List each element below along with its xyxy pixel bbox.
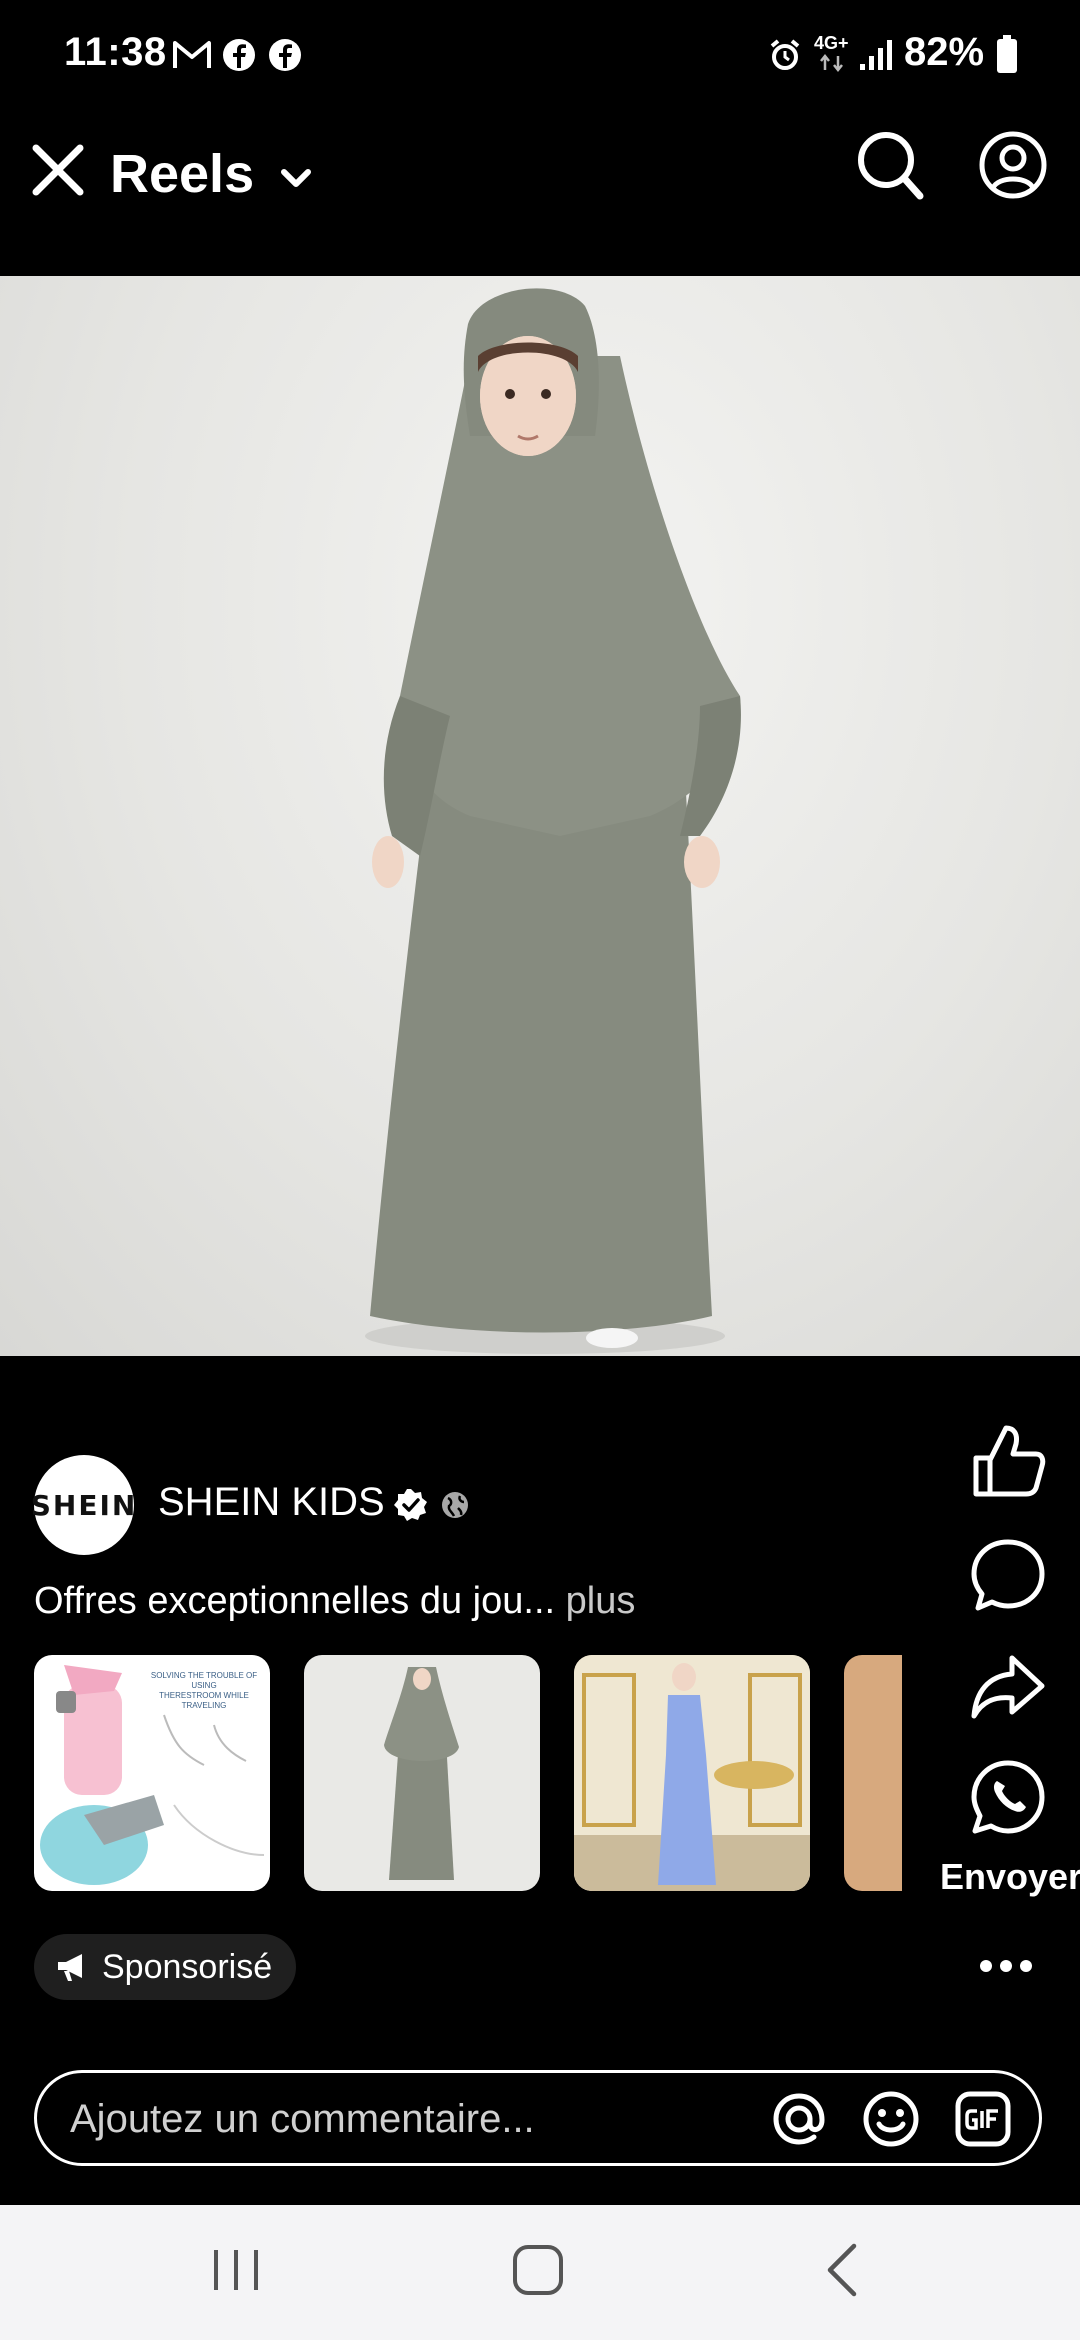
close-icon[interactable]: [30, 142, 86, 198]
caption-text: Offres exceptionnelles du jou...: [34, 1580, 556, 1622]
caption[interactable]: Offres exceptionnelles du jou... plus: [34, 1580, 635, 1623]
author-avatar[interactable]: SHEIN: [31, 1455, 135, 1555]
sponsored-label: Sponsorisé: [102, 1947, 273, 1986]
more-options-icon[interactable]: [976, 1946, 1036, 1986]
status-time: 11:38: [64, 30, 167, 74]
gmail-icon: [173, 41, 211, 68]
share-icon[interactable]: [966, 1644, 1050, 1728]
globe-icon: [442, 1492, 468, 1518]
battery-icon: [997, 35, 1017, 73]
recent-apps-icon[interactable]: [210, 2245, 262, 2295]
product-thumbnail[interactable]: [304, 1655, 540, 1891]
send-label[interactable]: Envoyer: [940, 1856, 1080, 1898]
like-icon[interactable]: [966, 1418, 1050, 1502]
search-icon[interactable]: [856, 130, 924, 200]
data-arrows-icon: [820, 54, 843, 72]
comment-placeholder[interactable]: Ajoutez un commentaire...: [70, 2097, 535, 2142]
child-in-jilbab-image: [365, 288, 741, 1354]
reel-video[interactable]: [0, 276, 1080, 1356]
facebook-icon: [223, 39, 255, 71]
whatsapp-icon[interactable]: [966, 1755, 1050, 1839]
jilbab-dress-image: [384, 1667, 459, 1880]
page-title[interactable]: Reels: [110, 143, 254, 205]
verified-badge-icon: [394, 1489, 427, 1521]
product-thumbnail[interactable]: [844, 1655, 902, 1891]
profile-icon[interactable]: [978, 130, 1048, 200]
network-type: 4G+: [814, 33, 849, 53]
battery-percent: 82%: [904, 30, 985, 74]
author-name[interactable]: SHEIN KIDS: [158, 1480, 385, 1525]
travel-urinal-image: [40, 1665, 265, 1885]
alarm-icon: [770, 39, 800, 70]
back-icon[interactable]: [820, 2240, 864, 2300]
emoji-icon[interactable]: [862, 2090, 920, 2148]
signal-icon: [860, 40, 892, 70]
home-icon[interactable]: [510, 2242, 566, 2298]
product-thumbnail[interactable]: SOLVING THE TROUBLE OF USING THERESTROOM…: [34, 1655, 270, 1891]
blue-sequin-dress-image: [574, 1655, 810, 1891]
product-thumbnail[interactable]: [574, 1655, 810, 1891]
facebook-icon: [269, 39, 301, 71]
chevron-down-icon[interactable]: [278, 160, 314, 196]
caption-more-link[interactable]: plus: [566, 1580, 636, 1622]
megaphone-icon: [58, 1954, 82, 1981]
mention-icon[interactable]: [770, 2090, 828, 2148]
gif-icon[interactable]: [954, 2090, 1012, 2148]
sponsored-badge[interactable]: Sponsorisé: [34, 1934, 297, 2000]
comment-icon[interactable]: [966, 1532, 1050, 1616]
